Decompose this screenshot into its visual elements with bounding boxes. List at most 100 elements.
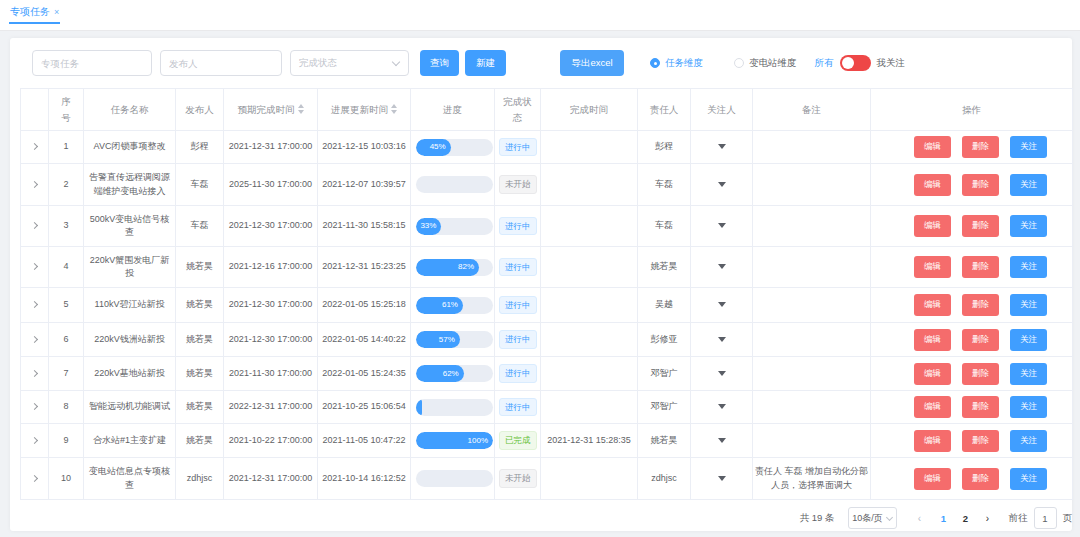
radio-substation-dimension[interactable]: 变电站维度 — [734, 57, 797, 70]
follow-button[interactable]: 关注 — [1010, 396, 1047, 418]
page-2-button[interactable]: 2 — [955, 513, 977, 524]
status-badge: 进行中 — [499, 217, 537, 235]
radio-task-dimension[interactable]: 任务维度 — [650, 57, 703, 70]
followers-dropdown-icon[interactable] — [718, 476, 726, 481]
sort-icon[interactable] — [391, 104, 397, 114]
row-actions: 编辑删除关注 — [893, 136, 1068, 158]
follow-button[interactable]: 关注 — [1010, 256, 1047, 278]
task-name-input[interactable] — [32, 50, 152, 76]
progress-bar: 82% — [416, 259, 493, 276]
followers-dropdown-icon[interactable] — [718, 404, 726, 409]
follow-button[interactable]: 关注 — [1010, 294, 1047, 316]
followers-dropdown-icon[interactable] — [718, 223, 726, 228]
tab-label: 专项任务 — [10, 5, 50, 19]
expand-row-icon[interactable] — [31, 437, 38, 444]
followers-dropdown-icon[interactable] — [718, 264, 726, 269]
edit-button[interactable]: 编辑 — [914, 396, 951, 418]
follow-button[interactable]: 关注 — [1010, 329, 1047, 351]
row-actions: 编辑删除关注 — [893, 363, 1068, 385]
follow-toggle[interactable] — [840, 55, 871, 71]
follow-button[interactable]: 关注 — [1010, 430, 1047, 452]
followers-dropdown-icon[interactable] — [718, 337, 726, 342]
column-header-update-time[interactable]: 进展更新时间 — [318, 89, 411, 131]
task-name-cell: 告警直传远程调阅源端维护变电站接入 — [84, 164, 176, 206]
row-actions: 编辑删除关注 — [893, 468, 1068, 490]
follow-button[interactable]: 关注 — [1010, 363, 1047, 385]
followers-dropdown-icon[interactable] — [718, 302, 726, 307]
status-cell: 进行中 — [495, 247, 541, 288]
expand-row-icon[interactable] — [31, 181, 38, 188]
sort-icon[interactable] — [298, 104, 304, 114]
actions-cell: 编辑删除关注 — [871, 391, 1073, 424]
edit-button[interactable]: 编辑 — [914, 215, 951, 237]
delete-button[interactable]: 删除 — [962, 363, 999, 385]
delete-button[interactable]: 删除 — [962, 468, 999, 490]
row-actions: 编辑删除关注 — [893, 174, 1068, 196]
page-size-select[interactable]: 10条/页 — [848, 507, 897, 529]
progress-cell: 100% — [411, 424, 495, 458]
publisher-input[interactable] — [160, 50, 282, 76]
edit-button[interactable]: 编辑 — [914, 363, 951, 385]
update-time-cell: 2021-11-05 10:47:22 — [318, 424, 411, 458]
export-excel-button[interactable]: 导出excel — [560, 50, 624, 76]
edit-button[interactable]: 编辑 — [914, 256, 951, 278]
delete-button[interactable]: 删除 — [962, 136, 999, 158]
followers-dropdown-icon[interactable] — [718, 371, 726, 376]
task-name-cell: 智能远动机功能调试 — [84, 391, 176, 424]
next-page-button[interactable]: › — [983, 513, 993, 524]
delete-button[interactable]: 删除 — [962, 430, 999, 452]
expand-row-icon[interactable] — [31, 301, 38, 308]
task-name-cell: 变电站信息点专项核查 — [84, 458, 176, 500]
prev-page-button[interactable]: ‹ — [915, 513, 925, 524]
column-header-expected-time[interactable]: 预期完成时间 — [224, 89, 318, 131]
followers-dropdown-icon[interactable] — [718, 144, 726, 149]
expand-row-icon[interactable] — [31, 475, 38, 482]
expand-row-icon[interactable] — [31, 370, 38, 377]
toggle-label-mine: 我关注 — [877, 57, 906, 70]
expand-row-icon[interactable] — [31, 263, 38, 270]
publisher-cell: 姚若昊 — [176, 288, 224, 323]
delete-button[interactable]: 删除 — [962, 174, 999, 196]
owner-cell: 车磊 — [638, 206, 691, 247]
radio-unselected-icon — [734, 58, 744, 68]
edit-button[interactable]: 编辑 — [914, 174, 951, 196]
follow-button[interactable]: 关注 — [1010, 468, 1047, 490]
edit-button[interactable]: 编辑 — [914, 430, 951, 452]
expand-row-icon[interactable] — [31, 143, 38, 150]
goto-page-input[interactable] — [1034, 507, 1057, 529]
query-button[interactable]: 查询 — [420, 50, 459, 76]
progress-cell: 57% — [411, 323, 495, 357]
finish-time-cell — [541, 288, 638, 323]
expand-row-icon[interactable] — [31, 403, 38, 410]
remark-cell: 责任人 车磊 增加自动化分部人员，选择界面调大 — [753, 458, 871, 500]
edit-button[interactable]: 编辑 — [914, 468, 951, 490]
update-time-cell: 2021-12-31 15:23:25 — [318, 247, 411, 288]
followers-dropdown-icon[interactable] — [718, 182, 726, 187]
update-time-cell: 2021-12-07 10:39:57 — [318, 164, 411, 206]
follow-button[interactable]: 关注 — [1010, 215, 1047, 237]
tab-special-tasks[interactable]: 专项任务 × — [9, 5, 60, 24]
delete-button[interactable]: 删除 — [962, 396, 999, 418]
edit-button[interactable]: 编辑 — [914, 294, 951, 316]
follow-button[interactable]: 关注 — [1010, 174, 1047, 196]
edit-button[interactable]: 编辑 — [914, 136, 951, 158]
delete-button[interactable]: 删除 — [962, 294, 999, 316]
delete-button[interactable]: 删除 — [962, 329, 999, 351]
followers-dropdown-icon[interactable] — [718, 438, 726, 443]
expand-cell — [21, 164, 49, 206]
delete-button[interactable]: 删除 — [962, 256, 999, 278]
status-select[interactable]: 完成状态 — [290, 50, 409, 76]
expected-time-cell: 2021-12-31 17:00:00 — [224, 458, 318, 500]
tab-close-icon[interactable]: × — [54, 7, 59, 17]
status-cell: 未开始 — [495, 164, 541, 206]
expand-row-icon[interactable] — [31, 222, 38, 229]
progress-fill: 33% — [416, 218, 441, 235]
delete-button[interactable]: 删除 — [962, 215, 999, 237]
follow-button[interactable]: 关注 — [1010, 136, 1047, 158]
create-button[interactable]: 新建 — [465, 50, 506, 76]
edit-button[interactable]: 编辑 — [914, 329, 951, 351]
page-1-button[interactable]: 1 — [933, 513, 955, 524]
publisher-cell: 姚若昊 — [176, 247, 224, 288]
status-cell: 进行中 — [495, 323, 541, 357]
expand-row-icon[interactable] — [31, 336, 38, 343]
